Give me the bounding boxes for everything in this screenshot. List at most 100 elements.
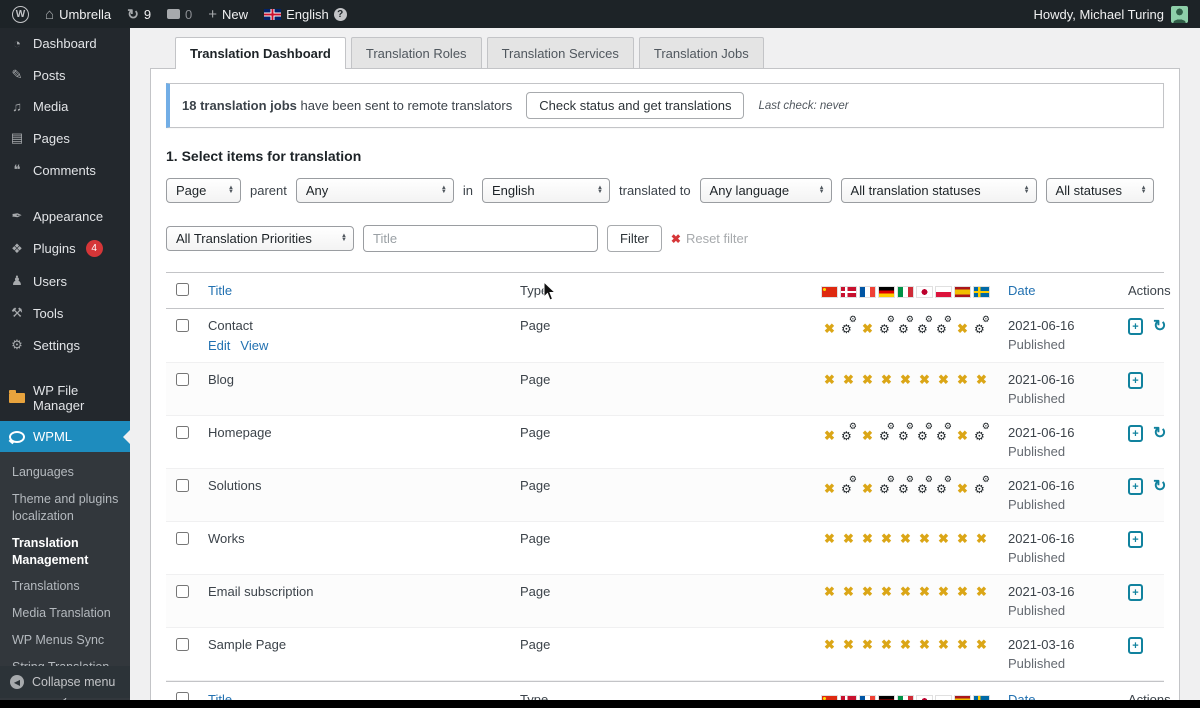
sidebar-item-settings[interactable]: Settings — [0, 329, 130, 361]
add-to-basket-icon[interactable] — [1128, 478, 1143, 495]
status-not-translated-icon-france[interactable] — [858, 372, 877, 388]
status-in-progress-icon-germany[interactable] — [877, 425, 896, 440]
row-checkbox[interactable] — [176, 532, 189, 545]
post-type-select[interactable]: Page ▲▼ — [166, 178, 241, 203]
add-to-basket-icon[interactable] — [1128, 531, 1143, 548]
status-not-translated-icon-italy[interactable] — [896, 584, 915, 600]
status-in-progress-icon-germany[interactable] — [877, 318, 896, 333]
check-status-button[interactable]: Check status and get translations — [526, 92, 744, 119]
submenu-item-languages[interactable]: Languages — [0, 459, 130, 486]
sidebar-item-media[interactable]: Media — [0, 91, 130, 122]
status-not-translated-icon-italy[interactable] — [896, 637, 915, 653]
status-not-translated-icon-france[interactable] — [858, 428, 877, 444]
status-not-translated-icon-france[interactable] — [858, 531, 877, 547]
status-not-translated-icon-sweden[interactable] — [972, 637, 991, 653]
status-not-translated-icon-japan[interactable] — [915, 584, 934, 600]
status-in-progress-icon-japan[interactable] — [915, 318, 934, 333]
status-not-translated-icon-italy[interactable] — [896, 531, 915, 547]
status-not-translated-icon-denmark[interactable] — [839, 637, 858, 653]
submenu-item-translations[interactable]: Translations — [0, 573, 130, 600]
row-checkbox[interactable] — [176, 638, 189, 651]
status-not-translated-icon-sweden[interactable] — [972, 584, 991, 600]
status-not-translated-icon-china[interactable] — [820, 637, 839, 653]
status-not-translated-icon-spain[interactable] — [953, 637, 972, 653]
row-title[interactable]: Works — [208, 531, 245, 546]
status-not-translated-icon-france[interactable] — [858, 481, 877, 497]
status-in-progress-icon-poland[interactable] — [934, 318, 953, 333]
row-title[interactable]: Solutions — [208, 478, 261, 493]
status-not-translated-icon-france[interactable] — [858, 637, 877, 653]
user-avatar[interactable] — [1171, 6, 1188, 23]
sidebar-item-wpml[interactable]: WPML — [0, 421, 130, 452]
sidebar-item-appearance[interactable]: Appearance — [0, 200, 130, 232]
submenu-item-translation-management[interactable]: Translation Management — [0, 530, 130, 574]
add-to-basket-icon[interactable] — [1128, 637, 1143, 654]
new-content-button[interactable]: New — [208, 6, 248, 23]
status-in-progress-icon-sweden[interactable] — [972, 478, 991, 493]
status-in-progress-icon-sweden[interactable] — [972, 425, 991, 440]
sidebar-item-comments[interactable]: Comments — [0, 154, 130, 186]
submenu-item-media-translation[interactable]: Media Translation — [0, 600, 130, 627]
status-not-translated-icon-spain[interactable] — [953, 372, 972, 388]
language-switcher[interactable]: English — [264, 7, 347, 22]
status-not-translated-icon-spain[interactable] — [953, 481, 972, 497]
status-not-translated-icon-china[interactable] — [820, 428, 839, 444]
status-not-translated-icon-denmark[interactable] — [839, 584, 858, 600]
row-title[interactable]: Homepage — [208, 425, 272, 440]
status-not-translated-icon-spain[interactable] — [953, 531, 972, 547]
status-not-translated-icon-denmark[interactable] — [839, 372, 858, 388]
status-not-translated-icon-spain[interactable] — [953, 321, 972, 337]
row-checkbox[interactable] — [176, 479, 189, 492]
status-in-progress-icon-italy[interactable] — [896, 318, 915, 333]
status-not-translated-icon-japan[interactable] — [915, 637, 934, 653]
status-not-translated-icon-france[interactable] — [858, 584, 877, 600]
row-checkbox[interactable] — [176, 319, 189, 332]
tab-translation-roles[interactable]: Translation Roles — [351, 37, 482, 68]
status-in-progress-icon-denmark[interactable] — [839, 425, 858, 440]
sidebar-item-plugins[interactable]: Plugins4 — [0, 232, 130, 265]
row-title[interactable]: Contact — [208, 318, 253, 333]
status-not-translated-icon-germany[interactable] — [877, 531, 896, 547]
status-in-progress-icon-denmark[interactable] — [839, 318, 858, 333]
target-language-select[interactable]: Any language ▲▼ — [700, 178, 832, 203]
add-to-basket-icon[interactable] — [1128, 318, 1143, 335]
status-not-translated-icon-sweden[interactable] — [972, 531, 991, 547]
status-in-progress-icon-italy[interactable] — [896, 478, 915, 493]
row-checkbox[interactable] — [176, 585, 189, 598]
view-link[interactable]: View — [240, 338, 268, 353]
status-not-translated-icon-italy[interactable] — [896, 372, 915, 388]
status-not-translated-icon-china[interactable] — [820, 531, 839, 547]
row-title[interactable]: Email subscription — [208, 584, 314, 599]
sidebar-item-tools[interactable]: Tools — [0, 297, 130, 329]
parent-select[interactable]: Any ▲▼ — [296, 178, 454, 203]
status-in-progress-icon-germany[interactable] — [877, 478, 896, 493]
status-not-translated-icon-sweden[interactable] — [972, 372, 991, 388]
comments-indicator[interactable]: 0 — [167, 7, 192, 22]
status-not-translated-icon-france[interactable] — [858, 321, 877, 337]
tab-translation-services[interactable]: Translation Services — [487, 37, 634, 68]
status-not-translated-icon-denmark[interactable] — [839, 531, 858, 547]
select-all-checkbox[interactable] — [176, 283, 189, 296]
row-checkbox[interactable] — [176, 373, 189, 386]
status-in-progress-icon-poland[interactable] — [934, 425, 953, 440]
status-not-translated-icon-china[interactable] — [820, 584, 839, 600]
status-select[interactable]: All statuses ▲▼ — [1046, 178, 1154, 203]
submenu-item-theme-and-plugins-localization[interactable]: Theme and plugins localization — [0, 486, 130, 530]
title-search-input[interactable] — [363, 225, 598, 252]
row-title[interactable]: Sample Page — [208, 637, 286, 652]
status-not-translated-icon-poland[interactable] — [934, 531, 953, 547]
priority-select[interactable]: All Translation Priorities ▲▼ — [166, 226, 354, 251]
source-language-select[interactable]: English ▲▼ — [482, 178, 610, 203]
add-to-basket-icon[interactable] — [1128, 372, 1143, 389]
add-to-basket-icon[interactable] — [1128, 584, 1143, 601]
sidebar-item-dashboard[interactable]: Dashboard — [0, 28, 130, 59]
sidebar-item-pages[interactable]: Pages — [0, 122, 130, 154]
edit-link[interactable]: Edit — [208, 338, 230, 353]
tab-translation-dashboard[interactable]: Translation Dashboard — [175, 37, 346, 69]
tab-translation-jobs[interactable]: Translation Jobs — [639, 37, 764, 68]
status-not-translated-icon-china[interactable] — [820, 372, 839, 388]
wordpress-logo-icon[interactable] — [12, 6, 29, 23]
status-not-translated-icon-poland[interactable] — [934, 372, 953, 388]
status-in-progress-icon-sweden[interactable] — [972, 318, 991, 333]
date-column-header[interactable]: Date — [1008, 283, 1128, 298]
